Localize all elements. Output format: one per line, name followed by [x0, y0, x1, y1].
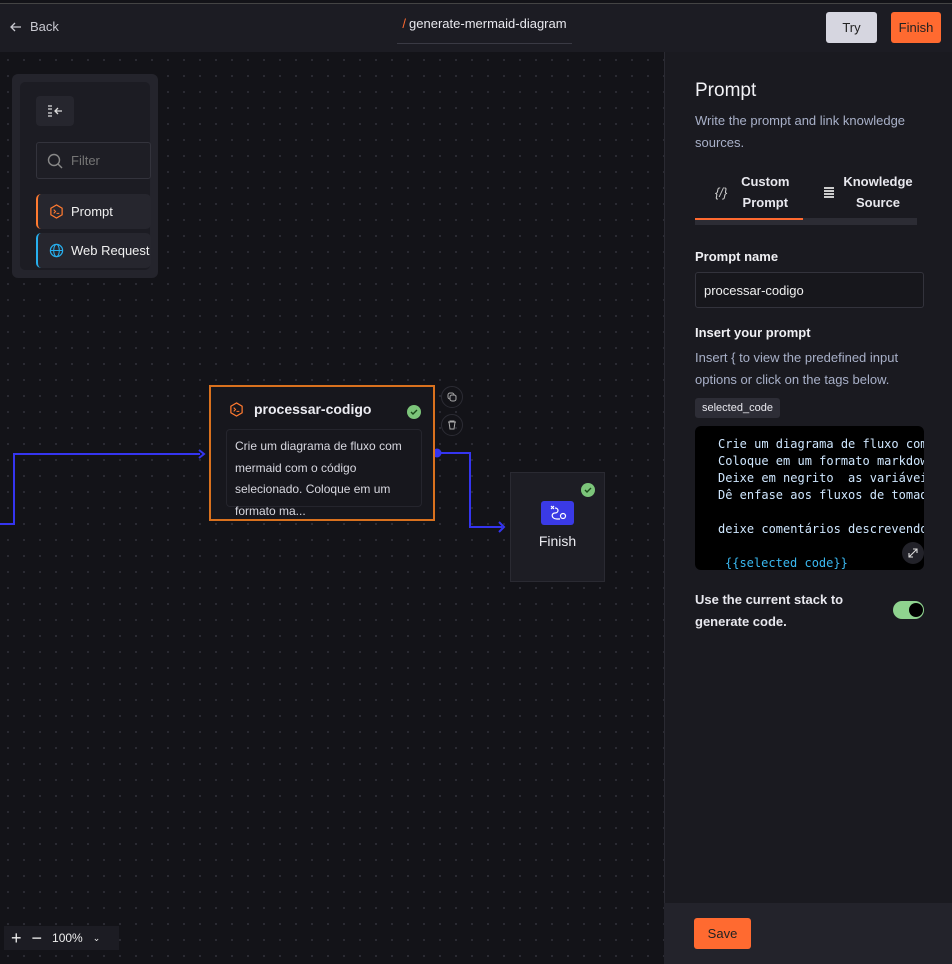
finish-node[interactable]: Finish	[510, 472, 605, 582]
code-line: Coloque em um formato markdown	[718, 454, 924, 468]
zoom-level[interactable]: 100%	[52, 931, 83, 945]
zoom-controls: + − 100% ⌄	[4, 926, 119, 950]
save-button[interactable]: Save	[694, 918, 751, 949]
zoom-out-button[interactable]: −	[32, 928, 43, 949]
trash-icon	[448, 420, 456, 430]
try-button[interactable]: Try	[826, 12, 877, 43]
search-icon	[47, 153, 63, 168]
prompt-node[interactable]: processar-codigo Crie um diagrama de flu…	[209, 385, 435, 521]
braces-icon: {/}	[715, 184, 728, 200]
insert-prompt-label: Insert your prompt	[695, 325, 811, 340]
duplicate-node-button[interactable]	[441, 386, 463, 408]
node-title: processar-codigo	[254, 401, 372, 417]
check-icon	[407, 405, 421, 419]
palette-item-prompt[interactable]: Prompt	[36, 194, 151, 229]
tab-knowledge-source[interactable]: Knowledge Source	[823, 166, 923, 218]
delete-node-button[interactable]	[441, 414, 463, 436]
palette-item-web-request[interactable]: Web Request	[36, 233, 151, 268]
prompt-hexagon-icon	[50, 204, 63, 219]
prompt-name-label: Prompt name	[695, 249, 779, 264]
prompt-settings-panel: Prompt Write the prompt and link knowled…	[664, 52, 952, 903]
tab-label: Knowledge Source	[843, 174, 913, 210]
code-line: Deixe em negrito as variáveis	[718, 471, 924, 485]
globe-icon	[49, 243, 64, 258]
prompt-hexagon-icon	[230, 401, 243, 417]
check-icon	[581, 483, 595, 497]
panel-tabs: {/} Custom Prompt Knowledge Source	[695, 166, 917, 225]
expand-icon	[908, 548, 918, 558]
panel-title: Prompt	[695, 80, 757, 101]
filter-field[interactable]	[36, 142, 151, 179]
code-line: Dê enfase aos fluxos de tomada	[718, 488, 924, 502]
chevron-down-icon[interactable]: ⌄	[93, 933, 101, 944]
node-palette: Prompt Web Request	[12, 74, 158, 278]
insert-prompt-hint: Insert { to view the predefined input op…	[695, 350, 899, 387]
edge-input	[0, 453, 200, 525]
use-stack-toggle[interactable]	[893, 601, 924, 619]
panel-footer: Save	[664, 903, 952, 964]
code-variable: {{selected code}}	[725, 556, 848, 570]
finish-button[interactable]: Finish	[891, 12, 941, 43]
prompt-editor[interactable]: Crie um diagrama de fluxo com Coloque em …	[695, 426, 924, 570]
finish-node-label: Finish	[538, 533, 577, 549]
tag-selected-code[interactable]: selected_code	[695, 398, 780, 418]
tab-label: Custom Prompt	[741, 174, 790, 210]
code-line: Crie um diagrama de fluxo com	[718, 437, 924, 451]
palette-item-label: Prompt	[71, 204, 113, 219]
collapse-left-icon	[48, 105, 62, 117]
edge-prompt-finish	[437, 452, 502, 528]
palette-item-label: Web Request	[71, 243, 150, 258]
prompt-name-input[interactable]	[695, 272, 924, 308]
node-prompt-preview: Crie um diagrama de fluxo com mermaid co…	[226, 429, 422, 518]
collapse-palette-button[interactable]	[36, 96, 74, 126]
books-icon	[824, 187, 834, 198]
route-icon	[541, 501, 574, 525]
code-line: deixe comentários descrevendo	[718, 522, 924, 536]
zoom-in-button[interactable]: +	[11, 928, 22, 949]
copy-icon	[447, 392, 457, 402]
filter-input[interactable]	[71, 153, 141, 168]
panel-description: Write the prompt and link knowledge sour…	[695, 113, 906, 150]
tab-custom-prompt[interactable]: {/} Custom Prompt	[695, 166, 803, 220]
expand-editor-button[interactable]	[902, 542, 924, 564]
use-stack-label: Use the current stack to generate code.	[695, 592, 844, 629]
